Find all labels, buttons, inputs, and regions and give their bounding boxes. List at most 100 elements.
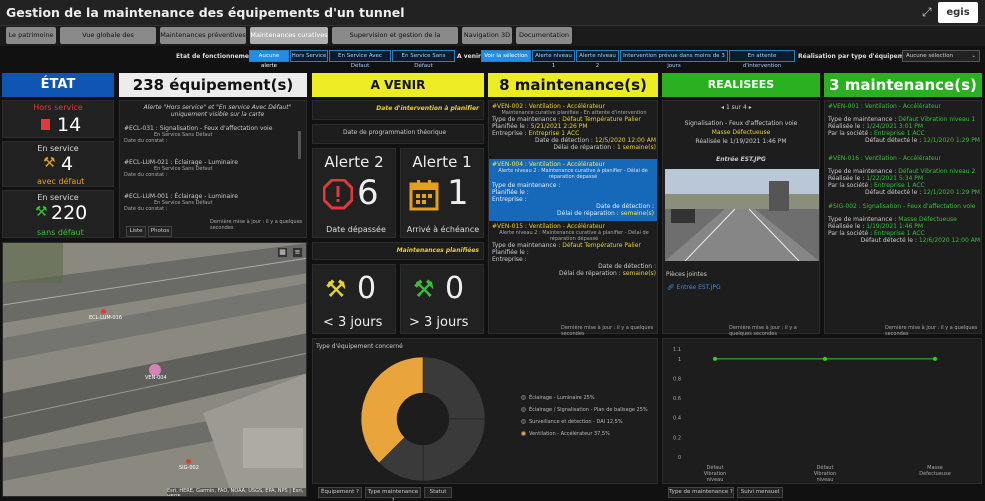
layers-icon[interactable]: ▦ xyxy=(277,247,288,258)
field-label: Entreprise : xyxy=(492,130,527,137)
filter-avenir-3j[interactable]: Intervention prévue dans moins de 3 jour… xyxy=(620,50,728,69)
field-value: 12/1/2020 1:29 PM xyxy=(923,189,980,196)
share-icon[interactable]: ⤢ xyxy=(922,5,932,20)
filter-type-select[interactable]: Aucune sélection ⌄ xyxy=(902,50,980,62)
alerte2-card[interactable]: Alerte 2 6 Date dépassée xyxy=(312,148,396,238)
pie-chart[interactable] xyxy=(353,355,493,483)
legend-swatch xyxy=(521,395,526,400)
item-title: #SIG-002 : Signalisation - Feux d'affect… xyxy=(828,203,976,210)
alerte1-card[interactable]: Alerte 1 1 Arrivé à échéance xyxy=(400,148,484,238)
filter-etat-aucune[interactable]: Aucune alerte xyxy=(249,50,289,69)
field-value: 1/22/2021 5:34 PM xyxy=(866,175,924,182)
field-label: Défaut détecté le : xyxy=(860,237,917,244)
tab-preventives[interactable]: Maintenances préventives xyxy=(160,27,246,44)
ad-value: 4 xyxy=(61,153,74,175)
planif-3j-card[interactable]: ⚒ 0 < 3 jours xyxy=(312,264,396,334)
tab-navigation-3d[interactable]: Navigation 3D xyxy=(462,27,512,44)
planif-plus3j-card[interactable]: ⚒ 0 > 3 jours xyxy=(400,264,484,334)
legend-swatch xyxy=(521,419,526,424)
avenir-header: A VENIR xyxy=(312,73,484,97)
tab-pie-equipement[interactable]: Équipement ? xyxy=(318,487,362,498)
prev-icon[interactable]: ◂ xyxy=(721,104,724,111)
field-label: Délai de réparation : xyxy=(557,210,619,217)
scrollbar[interactable] xyxy=(298,131,301,159)
tab-line-type[interactable]: Type de maintenance ? xyxy=(668,487,734,498)
data-point[interactable] xyxy=(713,356,717,361)
list-item-selected[interactable]: #VEN-004 : Ventilation - Accélérateur Al… xyxy=(489,159,657,221)
y-tick-label: 1 xyxy=(678,357,681,363)
line-chart[interactable]: 1.110.80.60.40.20DéfautVibrationniveau1D… xyxy=(663,339,981,483)
data-point[interactable] xyxy=(823,356,827,361)
y-tick-label: 0.4 xyxy=(673,416,681,422)
menu-icon[interactable]: ≡ xyxy=(292,247,303,258)
marker-icon[interactable] xyxy=(186,459,191,464)
tab-patrimoine[interactable]: Le patrimoine xyxy=(6,27,56,44)
data-point[interactable] xyxy=(933,356,937,361)
tab-vue-globale[interactable]: Vue globale des maintenances xyxy=(60,27,156,56)
marker-icon[interactable] xyxy=(101,309,106,314)
filter-etat-hs[interactable]: Hors Service xyxy=(290,50,328,62)
field-label: Entreprise : xyxy=(492,196,527,203)
list-item[interactable]: #ECL-031 : Signalisation - Feux d'affect… xyxy=(124,125,302,145)
item-title: #VEN-001 : Ventilation - Accélérateur xyxy=(828,103,941,110)
pie-slice[interactable] xyxy=(422,356,486,420)
hs-label: Hors service xyxy=(33,103,83,112)
legend-label: Éclairage - Luminaire 25% xyxy=(529,395,595,401)
tab-photos[interactable]: Photos xyxy=(148,226,172,237)
legend-label: Ventilation - Accélérateur 37,5% xyxy=(529,431,610,437)
legend-item[interactable]: Éclairage - Luminaire 25% xyxy=(521,395,657,401)
stat-avec-defaut[interactable]: En service ⚒ 4 avec défaut xyxy=(2,141,114,187)
next-icon[interactable]: ▸ xyxy=(749,104,752,111)
x-tick-label: Défectueuse xyxy=(919,470,951,477)
filter-avenir-selection[interactable]: Voir la sélection xyxy=(481,50,531,62)
tab-supervision[interactable]: Supervision et gestion de la maintenance xyxy=(332,27,458,56)
avenir-sub3: Maintenances planifiées xyxy=(396,247,479,254)
field-value: 1 semaine(s) xyxy=(616,144,656,151)
field-value: Masse Défectueuse xyxy=(898,216,957,223)
legend-item[interactable]: Surveillance et détection - DAI 12,5% xyxy=(521,419,657,425)
tab-pie-statut[interactable]: Statut xyxy=(424,487,452,498)
pie-slice[interactable] xyxy=(422,418,486,482)
legend-item[interactable]: Éclairage / Signalisation - Plan de bali… xyxy=(521,407,657,413)
field-value: 5/21/2021 2:26 PM xyxy=(530,123,588,130)
tunnel-photo[interactable] xyxy=(665,169,819,261)
tab-pie-type[interactable]: Type maintenance ? xyxy=(365,487,421,501)
filter-avenir-attente[interactable]: En attente d'intervention xyxy=(729,50,795,69)
filter-avenir-a1[interactable]: Alerte niveau 1 xyxy=(532,50,575,69)
item-date: Date du constat : xyxy=(124,206,168,212)
field-value: semaine(s) xyxy=(620,210,654,217)
list-item[interactable]: #ECL-LUM-021 : Éclairage - Luminaire En … xyxy=(124,159,302,179)
legend-item[interactable]: Ventilation - Accélérateur 37,5% xyxy=(521,431,657,437)
maintenances-header: 8 maintenance(s) xyxy=(488,73,658,97)
tab-curatives[interactable]: Maintenances curatives xyxy=(250,27,328,44)
stat-sans-defaut[interactable]: En service ⚒ 220 sans défaut xyxy=(2,190,114,238)
field-value: 1/19/2021 1:46 PM xyxy=(866,223,924,230)
footer-note: Dernière mise à jour : il y a quelques s… xyxy=(729,325,797,337)
field-value: Défaut Vibration niveau 2 xyxy=(898,168,976,175)
field-value: semaine(s) xyxy=(622,270,656,277)
dashboard-root: Gestion de la maintenance des équipement… xyxy=(0,0,985,501)
list-item[interactable]: #SIG-002 : Signalisation - Feux d'affect… xyxy=(828,203,980,253)
filter-etat-sd[interactable]: En Service Sans Défaut xyxy=(392,50,455,69)
field-value: Défaut Vibration niveau 1 xyxy=(898,116,976,123)
alert-octagon-icon xyxy=(323,179,353,210)
list-item[interactable]: #VEN-002 : Ventilation - Accélérateur Ma… xyxy=(492,103,656,157)
filter-etat-ad[interactable]: En Service Avec Défaut xyxy=(329,50,391,69)
list-item[interactable]: #VEN-015 : Ventilation - Accélérateur Al… xyxy=(492,223,656,285)
field-label: Entreprise : xyxy=(492,256,527,263)
stat-hors-service[interactable]: Hors service 14 xyxy=(2,100,114,138)
attachment-link[interactable]: 🔗︎ Entrée EST.JPG xyxy=(667,284,721,291)
field-label: Par la société : xyxy=(828,182,873,189)
list-item[interactable]: #ECL-LUM-001 : Éclairage - Luminaire En … xyxy=(124,193,302,213)
x-tick-label: Défaut xyxy=(707,464,724,471)
tab-liste[interactable]: Liste xyxy=(126,226,146,237)
map-panel[interactable]: ECL-LUM-016 VEN-004 SIG-002 ▦ ≡ Esri, HE… xyxy=(2,242,307,497)
tab-line-suivi[interactable]: Suivi mensuel xyxy=(737,487,783,498)
x-tick-label: Défaut xyxy=(817,464,834,471)
tab-documentation[interactable]: Documentation xyxy=(516,27,572,44)
list-item[interactable]: #VEN-001 : Ventilation - Accélérateur Ty… xyxy=(828,103,980,153)
p2-sub: > 3 jours xyxy=(409,315,469,330)
filter-avenir-a2[interactable]: Alerte niveau 2 xyxy=(576,50,619,69)
field-value: 12/1/2020 1:29 PM xyxy=(923,137,980,144)
list-item[interactable]: #VEN-016 : Ventilation - Accélérateur Ty… xyxy=(828,155,980,205)
